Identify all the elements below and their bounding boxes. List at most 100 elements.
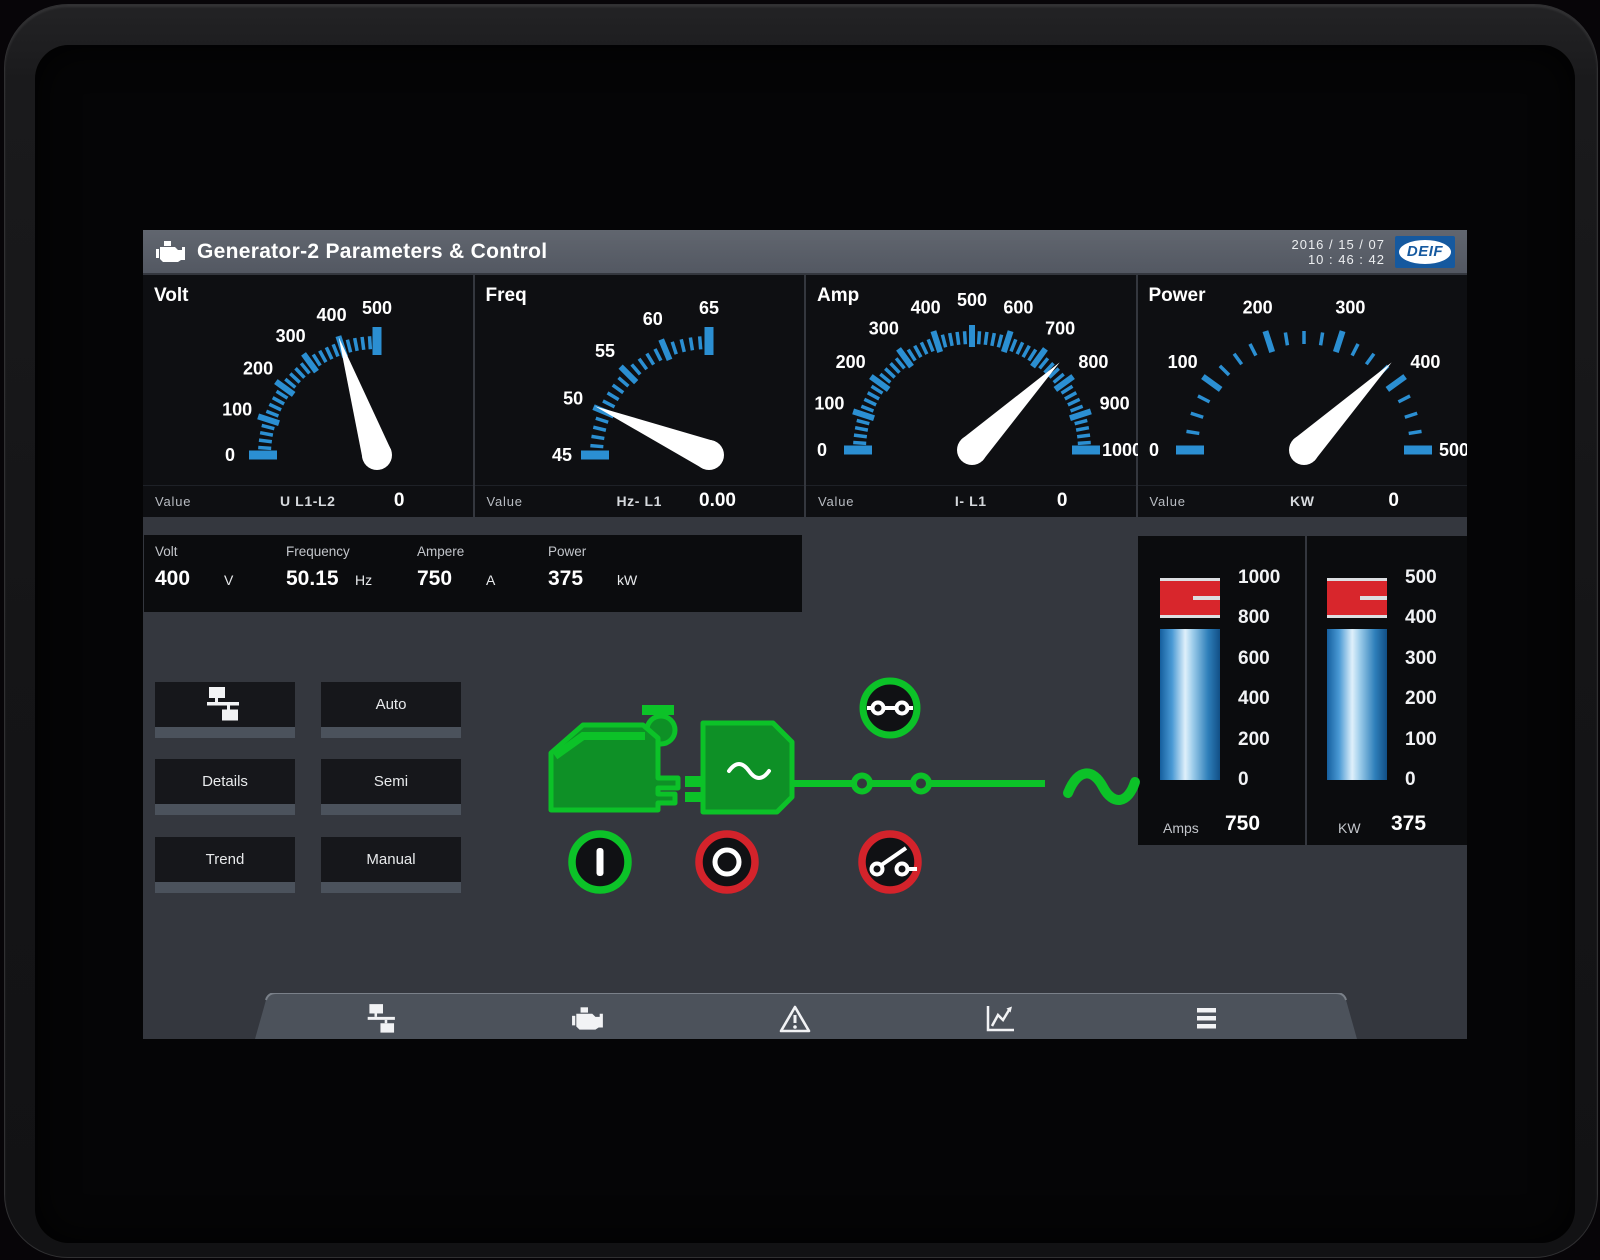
single-line-mimic [533,670,1143,920]
bar-tick-label: 100 [1405,729,1437,751]
svg-text:0: 0 [817,440,827,460]
readout-volt: Volt 400 V [155,535,286,612]
bar-tick-label: 800 [1238,607,1270,629]
stop-button[interactable] [699,834,755,890]
readout-frequency: Frequency 50.15 Hz [286,535,417,612]
svg-text:50: 50 [563,389,583,409]
engine-symbol [551,705,678,810]
bargraph-amps-value: 750 [1225,812,1260,836]
gauge-footer: Value U L1-L2 0 [143,485,473,517]
svg-text:0: 0 [225,445,235,465]
svg-text:60: 60 [642,309,662,329]
svg-text:100: 100 [814,394,844,414]
svg-text:500: 500 [957,290,987,310]
gauge-footer: Value Hz- L1 0.00 [475,485,805,517]
nav-alarm-icon[interactable] [778,1002,812,1036]
svg-text:900: 900 [1100,394,1130,414]
bar-tick-label: 400 [1238,688,1270,710]
mains-sine-icon [1068,773,1135,800]
readout-value: 400 [155,567,190,591]
readout-label: Frequency [286,544,350,559]
bargraph-kw-label: KW [1338,820,1361,836]
auto-button[interactable]: Auto [321,682,461,727]
reading-value: 0.00 [699,490,736,512]
trend-button[interactable]: Trend [155,837,295,882]
svg-text:300: 300 [276,326,306,346]
single-line-icon [205,687,245,722]
gauge-power: Power 0100200300400500 Value KW 0 [1138,275,1468,517]
reading-value: 0 [394,490,405,512]
svg-text:45: 45 [551,445,571,465]
svg-text:100: 100 [222,400,252,420]
svg-text:0: 0 [1148,440,1158,460]
freq-gauge-dial: 4550556065 [475,275,806,485]
nav-engine-icon[interactable] [571,1002,605,1036]
device-bezel: Generator-2 Parameters & Control 2016 / … [4,4,1598,1258]
header: Generator-2 Parameters & Control 2016 / … [143,230,1467,273]
readout-label: Volt [155,544,178,559]
manual-button[interactable]: Manual [321,837,461,882]
reading-value: 0 [1388,490,1399,512]
bar-tick-label: 0 [1405,769,1416,791]
bottom-nav [255,993,1357,1039]
readout-label: Power [548,544,586,559]
gauge-footer: Value I- L1 0 [806,485,1136,517]
bar-tick-label: 500 [1405,567,1437,589]
nav-single-line-icon[interactable] [366,1002,400,1036]
hmi-ui: Generator-2 Parameters & Control 2016 / … [143,230,1467,1039]
bar-tick-label: 300 [1405,648,1437,670]
date: 2016 / 15 / 07 [1291,237,1385,252]
svg-text:400: 400 [317,305,347,325]
channel-label: KW [1138,493,1468,509]
gauge-footer: Value KW 0 [1138,485,1468,517]
reading-value: 0 [1057,490,1068,512]
nav-menu-icon[interactable] [1189,1002,1223,1036]
svg-text:65: 65 [698,298,718,318]
single-line-button[interactable] [155,682,295,727]
channel-label: U L1-L2 [143,493,473,509]
svg-text:700: 700 [1045,319,1075,339]
power-gauge-dial: 0 100 200 300 400 500 [1138,275,1468,485]
time: 10 : 46 : 42 [1291,252,1385,267]
svg-text:400: 400 [1410,352,1440,372]
readout-ampere: Ampere 750 A [417,535,548,612]
svg-text:500: 500 [1438,440,1467,460]
page-title: Generator-2 Parameters & Control [197,240,547,264]
details-button[interactable]: Details [155,759,295,804]
readout-unit: kW [617,572,637,588]
readout-power: Power 375 kW [548,535,679,612]
volt-gauge-dial: 0100200300400500 [143,275,474,485]
bargraph-amps-label: Amps [1163,820,1199,836]
start-button[interactable] [572,834,628,890]
breaker-open-button[interactable] [862,834,918,890]
engine-icon [155,241,187,263]
svg-text:1000: 1000 [1102,440,1142,460]
svg-text:300: 300 [1335,297,1365,317]
svg-text:200: 200 [836,352,866,372]
busbar-line [792,773,1135,800]
bar-tick-label: 600 [1238,648,1270,670]
readout-label: Ampere [417,544,464,559]
amp-gauge-dial: 01002003004005006007008009001000 [806,275,1137,485]
gauge-volt: Volt 0100200300400500 Value U L1-L2 0 [143,275,473,517]
readout-unit: A [486,572,495,588]
bar-tick-label: 200 [1238,729,1270,751]
gauge-row: Volt 0100200300400500 Value U L1-L2 0 Fr… [143,275,1467,517]
bargraph-kw-value: 375 [1391,812,1426,836]
breaker-closed-indicator [863,681,917,735]
deif-logo-text: DEIF [1407,243,1443,260]
screen-glass: Generator-2 Parameters & Control 2016 / … [35,45,1575,1243]
svg-text:200: 200 [1242,297,1272,317]
svg-text:400: 400 [911,297,941,317]
readout-unit: V [224,572,233,588]
deif-logo: DEIF [1395,236,1455,268]
bar-tick-label: 400 [1405,607,1437,629]
bar-tick-label: 200 [1405,688,1437,710]
nav-trend-icon[interactable] [983,1002,1017,1036]
readout-value: 375 [548,567,583,591]
svg-text:100: 100 [1167,352,1197,372]
svg-text:200: 200 [243,359,273,379]
semi-button[interactable]: Semi [321,759,461,804]
alternator-symbol [685,723,792,812]
datetime: 2016 / 15 / 07 10 : 46 : 42 [1291,237,1385,267]
